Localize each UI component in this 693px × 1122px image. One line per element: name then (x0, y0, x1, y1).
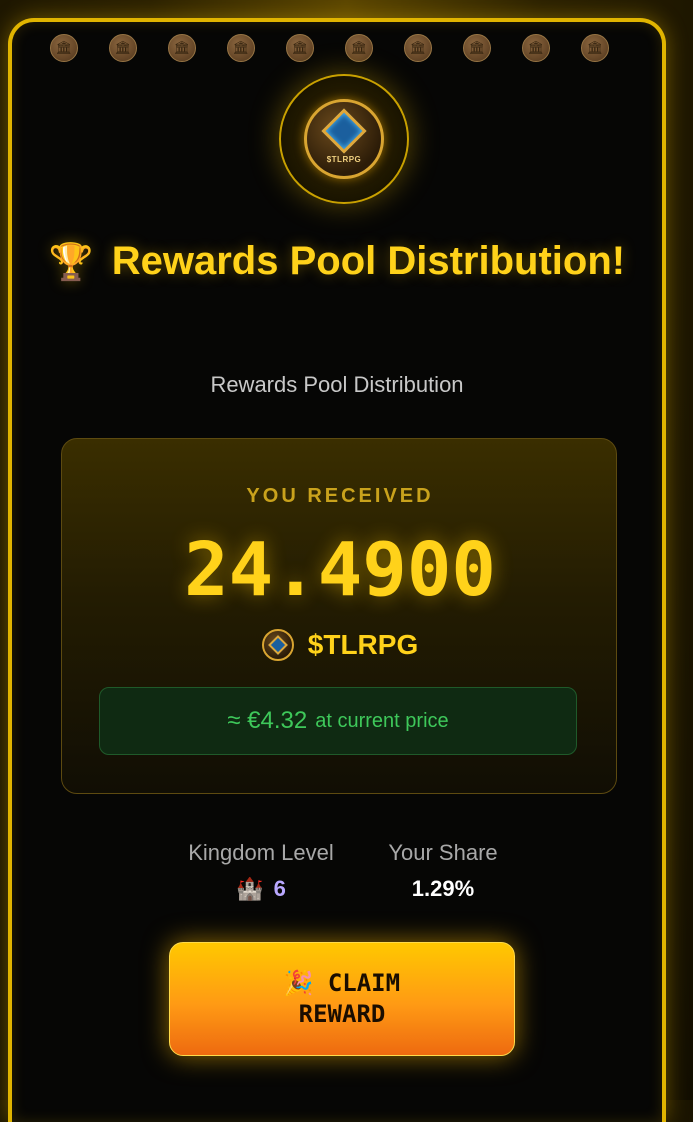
fiat-value: ≈ €4.32 (227, 707, 308, 734)
title-text: Rewards Pool Distribution! (111, 239, 626, 283)
kingdom-level-label: Kingdom Level (188, 840, 334, 865)
bank-icon: 🏛 (168, 34, 196, 62)
your-share-value: 1.29% (411, 876, 475, 901)
your-share-stat: Your Share 1.29% (358, 840, 528, 902)
kingdom-level-stat: Kingdom Level 🏰 6 (176, 840, 346, 902)
claim-reward-button[interactable]: 🎉 CLAIM REWARD (169, 942, 515, 1056)
kingdom-level-value: 6 (273, 876, 286, 901)
page-title: 🏆 Rewards Pool Distribution! (12, 228, 662, 295)
token-coin-icon (261, 629, 294, 661)
trophy-icon: 🏆 (48, 241, 94, 282)
stats-row: Kingdom Level 🏰 6 Your Share 1.29% (12, 840, 662, 910)
bank-icon: 🏛 (50, 34, 78, 62)
castle-icon: 🏰 (236, 876, 264, 901)
kingdom-level-value-row: 🏰 6 (176, 876, 346, 902)
received-panel: YOU RECEIVED 24.4900 $TLRPG ≈ €4.32 at c… (61, 438, 617, 794)
party-popper-icon: 🎉 (283, 969, 314, 997)
bank-icon: 🏛 (109, 34, 137, 62)
bank-icon: 🏛 (404, 34, 432, 62)
claim-button-content: 🎉 CLAIM REWARD (242, 968, 442, 1030)
bank-icon: 🏛 (286, 34, 314, 62)
gem-icon (321, 107, 367, 154)
bank-icon: 🏛 (227, 34, 255, 62)
bank-icon: 🏛 (522, 34, 550, 62)
token-logo: $TLRPG (279, 74, 409, 204)
fiat-value-box: ≈ €4.32 at current price (99, 687, 577, 755)
reward-card: 🏛 🏛 🏛 🏛 🏛 🏛 🏛 🏛 🏛 🏛 $TLRPG 🏆 Rewards Pool… (8, 18, 666, 1122)
bank-icon: 🏛 (581, 34, 609, 62)
coin-row: 🏛 🏛 🏛 🏛 🏛 🏛 🏛 🏛 🏛 🏛 (50, 34, 630, 66)
token-symbol: $TLRPG (307, 629, 419, 660)
bank-icon: 🏛 (345, 34, 373, 62)
token-row: $TLRPG (62, 629, 618, 661)
reward-amount: 24.4900 (184, 527, 496, 613)
bank-icon: 🏛 (463, 34, 491, 62)
your-share-label: Your Share (388, 840, 498, 865)
received-label: YOU RECEIVED (246, 485, 434, 507)
page-subtitle: Rewards Pool Distribution (210, 372, 464, 397)
tlrpg-coin-icon: $TLRPG (304, 99, 384, 179)
logo-text: $TLRPG (326, 154, 362, 164)
fiat-suffix: at current price (315, 709, 449, 732)
